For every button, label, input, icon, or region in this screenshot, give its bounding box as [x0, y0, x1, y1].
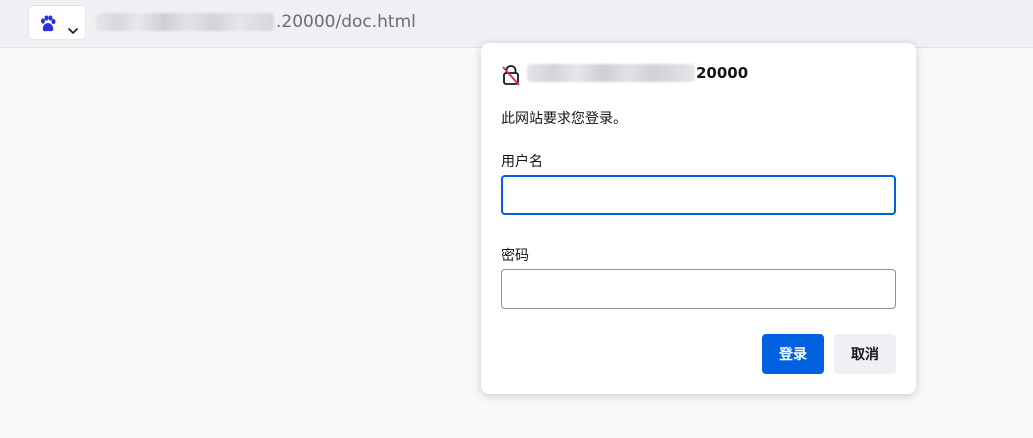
url-bar[interactable]: .20000/doc.html [0, 0, 1033, 48]
insecure-lock-icon [501, 64, 521, 90]
dialog-host: 20000 [527, 64, 748, 82]
url-visible-text: .20000/doc.html [276, 12, 416, 32]
password-label: 密码 [501, 248, 529, 264]
dialog-message: 此网站要求您登录。 [501, 111, 627, 127]
cancel-button[interactable]: 取消 [834, 334, 896, 374]
search-engine-button[interactable] [28, 5, 86, 40]
username-label: 用户名 [501, 154, 543, 170]
host-visible-text: 20000 [696, 64, 749, 82]
redacted-url-part [96, 13, 274, 31]
baidu-paw-icon [39, 15, 57, 37]
chevron-down-icon[interactable] [67, 20, 79, 39]
password-field[interactable] [501, 269, 896, 309]
auth-dialog: 20000 此网站要求您登录。 用户名 密码 登录 取消 [481, 43, 916, 394]
username-field[interactable] [501, 175, 896, 215]
login-button[interactable]: 登录 [762, 334, 824, 374]
redacted-host-part [527, 64, 695, 82]
url-text[interactable]: .20000/doc.html [96, 12, 416, 32]
